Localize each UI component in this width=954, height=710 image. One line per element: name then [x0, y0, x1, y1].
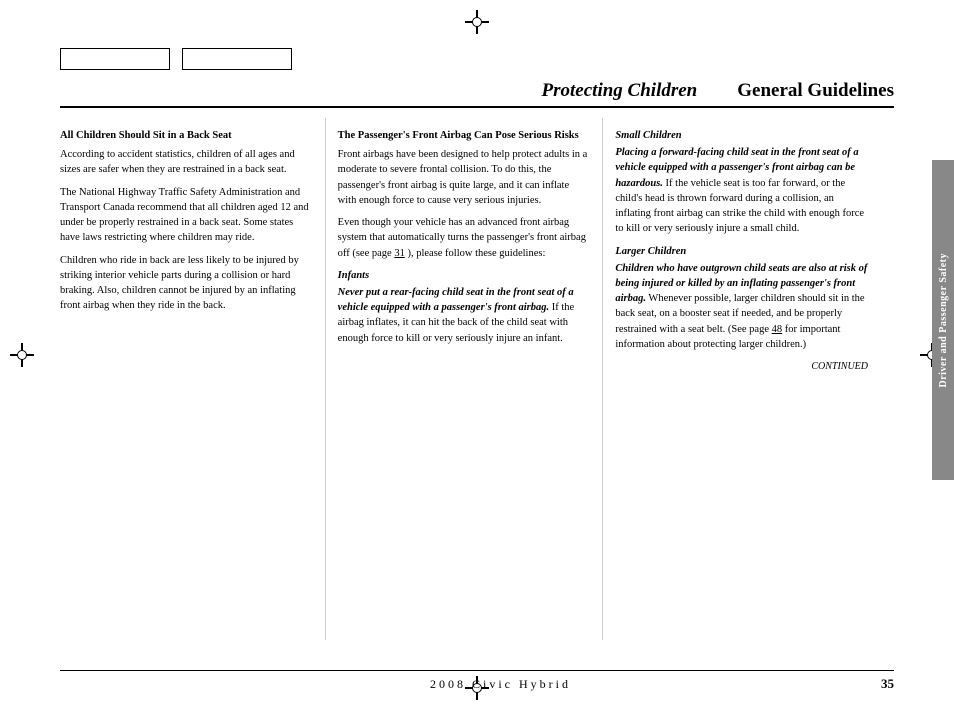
footer: 2008 Civic Hybrid 35 — [60, 670, 894, 692]
col3-small-heading: Small Children — [615, 128, 868, 143]
nav-box-1[interactable] — [60, 48, 170, 70]
col3-small-text: Placing a forward-facing child seat in t… — [615, 145, 868, 236]
col2-para2: Even though your vehicle has an advanced… — [338, 215, 591, 261]
page-ref-48[interactable]: 48 — [772, 324, 783, 335]
header-protecting: Protecting Children — [542, 80, 698, 102]
continued-label: CONTINUED — [615, 360, 868, 375]
column-3: Small Children Placing a forward-facing … — [603, 118, 894, 640]
column-1: All Children Should Sit in a Back Seat A… — [60, 118, 325, 640]
col2-infants-text: Never put a rear-facing child seat in th… — [338, 285, 591, 346]
footer-car-model: 2008 Civic Hybrid — [120, 677, 881, 692]
col3-larger-rest: Whenever possible, larger children shoul… — [615, 293, 864, 350]
col1-para1: According to accident statistics, childr… — [60, 147, 313, 177]
col2-infants-bold: Never put a rear-facing child seat in th… — [338, 287, 574, 313]
col2-infants-heading: Infants — [338, 268, 591, 283]
header-guidelines: General Guidelines — [737, 80, 894, 102]
col2-heading: The Passenger's Front Airbag Can Pose Se… — [338, 128, 591, 143]
col1-para2: The National Highway Traffic Safety Admi… — [60, 185, 313, 246]
top-nav-boxes — [60, 48, 292, 70]
col1-heading: All Children Should Sit in a Back Seat — [60, 128, 313, 143]
column-2: The Passenger's Front Airbag Can Pose Se… — [326, 118, 603, 640]
side-tab: Driver and Passenger Safety — [932, 160, 954, 480]
nav-box-2[interactable] — [182, 48, 292, 70]
side-tab-text: Driver and Passenger Safety — [938, 253, 949, 388]
page-ref-31[interactable]: 31 — [394, 248, 405, 259]
col3-larger-heading: Larger Children — [615, 244, 868, 259]
header: Protecting Children General Guidelines — [60, 80, 894, 108]
main-content: All Children Should Sit in a Back Seat A… — [60, 118, 894, 640]
page: Protecting Children General Guidelines D… — [0, 0, 954, 710]
col3-larger-text: Children who have outgrown child seats a… — [615, 261, 868, 352]
page-number: 35 — [881, 676, 894, 692]
header-titles: Protecting Children General Guidelines — [60, 80, 894, 108]
col1-para3: Children who ride in back are less likel… — [60, 253, 313, 314]
col2-intro: Front airbags have been designed to help… — [338, 147, 591, 208]
